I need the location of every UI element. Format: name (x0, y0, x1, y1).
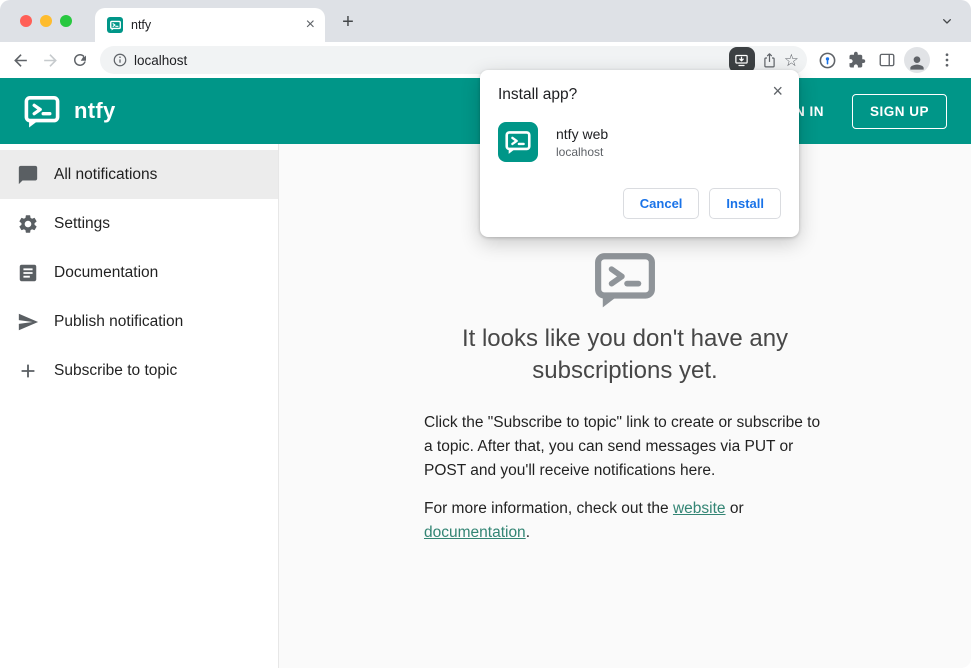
password-manager-extension-icon[interactable] (813, 46, 841, 74)
dialog-app-origin: localhost (556, 144, 604, 159)
sidebar-item-label: Publish notification (54, 312, 184, 330)
zoom-window-button[interactable] (60, 15, 72, 27)
sidebar-item-label: Subscribe to topic (54, 361, 178, 379)
url-text: localhost (134, 52, 188, 68)
new-tab-button[interactable]: + (335, 9, 361, 35)
dialog-title: Install app? (498, 86, 578, 103)
links-suffix-text: . (525, 524, 530, 542)
window-controls (20, 15, 72, 27)
sidebar-item-subscribe-to-topic[interactable]: Subscribe to topic (0, 346, 278, 395)
send-icon (16, 310, 40, 334)
plus-icon (16, 359, 40, 383)
profile-avatar[interactable] (903, 46, 931, 74)
browser-menu-kebab-icon[interactable] (933, 46, 961, 74)
side-panel-icon[interactable] (873, 46, 901, 74)
ntfy-logo-large-icon (594, 248, 656, 310)
chat-icon (16, 163, 40, 187)
sidebar-item-publish-notification[interactable]: Publish notification (0, 297, 278, 346)
ntfy-favicon-icon (107, 17, 123, 33)
cancel-button[interactable]: Cancel (622, 188, 700, 219)
sidebar-item-label: Documentation (54, 263, 159, 281)
tab-close-icon[interactable]: × (306, 17, 315, 33)
tab-search-chevron-icon[interactable] (939, 13, 955, 29)
links-middle-text: or (725, 500, 744, 518)
sidebar-item-label: Settings (54, 214, 111, 232)
links-prefix-text: For more information, check out the (424, 500, 673, 518)
ntfy-app-icon (498, 122, 538, 162)
forward-icon[interactable] (36, 46, 64, 74)
browser-tab-ntfy[interactable]: ntfy × (95, 8, 325, 42)
reload-icon[interactable] (66, 46, 94, 74)
empty-state-heading: It looks like you don't have any subscri… (461, 325, 789, 384)
sidebar: All notifications Settings Documentation… (0, 144, 279, 668)
site-info-icon[interactable] (112, 52, 128, 68)
bookmark-star-icon[interactable]: ☆ (784, 52, 799, 69)
sidebar-item-settings[interactable]: Settings (0, 199, 278, 248)
back-icon[interactable] (6, 46, 34, 74)
gear-icon (16, 212, 40, 236)
empty-state-paragraph: Click the "Subscribe to topic" link to c… (424, 414, 821, 480)
ntfy-logo-icon (24, 93, 60, 129)
brand-title: ntfy (74, 98, 116, 123)
sidebar-item-all-notifications[interactable]: All notifications (0, 150, 278, 199)
sign-up-button[interactable]: SIGN UP (851, 93, 947, 129)
empty-state: It looks like you don't have any subscri… (424, 248, 826, 545)
avatar-icon (904, 47, 930, 73)
browser-window: ntfy × + localhost ☆ ntfy IN SIGN UP All… (0, 0, 971, 668)
install-button[interactable]: Install (709, 188, 781, 219)
tab-strip: ntfy × + (0, 0, 971, 42)
dialog-app-name: ntfy web (556, 125, 609, 142)
website-link[interactable]: website (673, 500, 726, 517)
sidebar-item-label: All notifications (54, 165, 158, 183)
close-window-button[interactable] (20, 15, 32, 27)
documentation-link[interactable]: documentation (424, 524, 526, 541)
tab-title: ntfy (131, 18, 152, 32)
dialog-close-icon[interactable]: × (772, 82, 783, 100)
install-app-dialog: Install app? × ntfy web localhost Cancel… (480, 70, 799, 237)
extensions-puzzle-icon[interactable] (843, 46, 871, 74)
share-icon[interactable] (761, 52, 778, 69)
sidebar-item-documentation[interactable]: Documentation (0, 248, 278, 297)
minimize-window-button[interactable] (40, 15, 52, 27)
empty-state-links-paragraph: For more information, check out the webs… (424, 497, 826, 545)
article-icon (16, 261, 40, 285)
